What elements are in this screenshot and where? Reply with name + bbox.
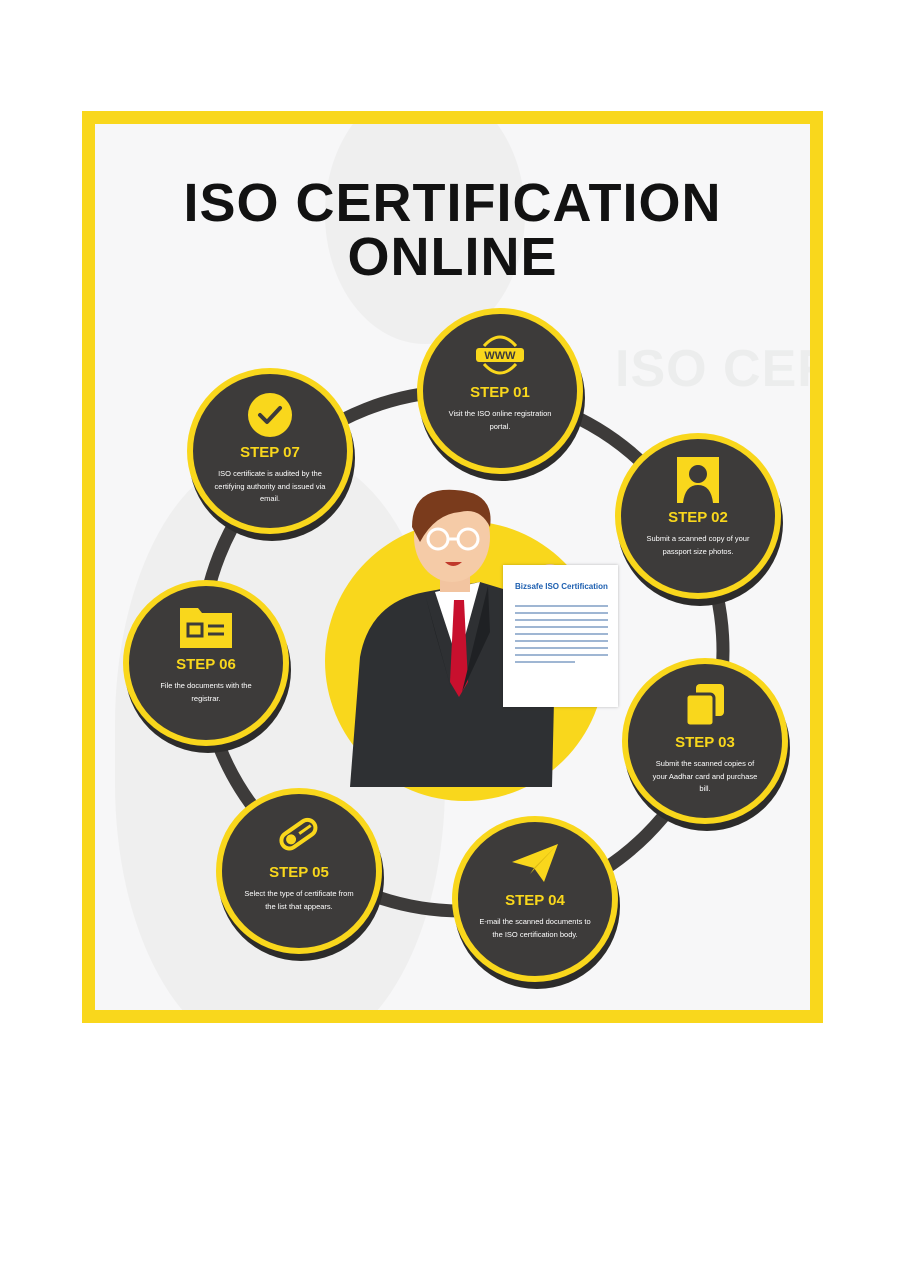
document-line xyxy=(515,619,608,621)
document-line xyxy=(515,647,608,649)
infographic-frame: ISO CERT ISO CERTIFICATION ONLINE Bizsaf… xyxy=(82,111,823,1023)
certificate-document: Bizsafe ISO Certification xyxy=(503,565,618,707)
step-02-circle: STEP 02 Submit a scanned copy of your pa… xyxy=(615,433,781,599)
step-05-label: STEP 05 xyxy=(269,864,329,881)
check-circle-icon xyxy=(193,392,347,438)
person-photo-icon xyxy=(621,457,775,503)
step-06-circle: STEP 06 File the documents with the regi… xyxy=(123,580,289,746)
step-07-circle: STEP 07 ISO certificate is audited by th… xyxy=(187,368,353,534)
folder-icon xyxy=(129,604,283,650)
www-globe-icon: WWW xyxy=(423,332,577,378)
step-04-description: E-mail the scanned documents to the ISO … xyxy=(479,917,591,939)
document-line xyxy=(515,612,608,614)
document-title: Bizsafe ISO Certification xyxy=(515,582,608,591)
step-02-label: STEP 02 xyxy=(668,509,728,526)
copy-documents-icon xyxy=(628,682,782,728)
step-01-circle: WWW STEP 01 Visit the ISO online registr… xyxy=(417,308,583,474)
step-07-label: STEP 07 xyxy=(240,444,300,461)
document-line xyxy=(515,640,608,642)
step-06-description: File the documents with the registrar. xyxy=(160,681,252,703)
step-01-label: STEP 01 xyxy=(470,384,530,401)
document-line xyxy=(515,654,608,656)
certificate-scroll-icon xyxy=(222,812,376,858)
step-03-label: STEP 03 xyxy=(675,734,735,751)
step-05-circle: STEP 05 Select the type of certificate f… xyxy=(216,788,382,954)
document-line xyxy=(515,661,575,663)
step-02-description: Submit a scanned copy of your passport s… xyxy=(646,534,750,556)
step-03-circle: STEP 03 Submit the scanned copies of you… xyxy=(622,658,788,824)
step-04-circle: STEP 04 E-mail the scanned documents to … xyxy=(452,816,618,982)
document-line xyxy=(515,633,608,635)
document-line xyxy=(515,626,608,628)
step-04-label: STEP 04 xyxy=(505,892,565,909)
step-06-label: STEP 06 xyxy=(176,656,236,673)
step-03-description: Submit the scanned copies of your Aadhar… xyxy=(652,759,758,793)
svg-text:WWW: WWW xyxy=(484,350,516,362)
step-01-description: Visit the ISO online registration portal… xyxy=(448,409,552,431)
document-line xyxy=(515,605,608,607)
step-07-description: ISO certificate is audited by the certif… xyxy=(214,469,326,503)
step-05-description: Select the type of certificate from the … xyxy=(244,889,354,911)
paper-plane-icon xyxy=(458,840,612,886)
